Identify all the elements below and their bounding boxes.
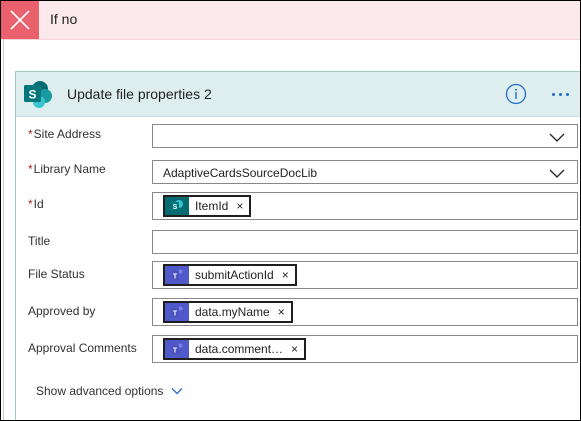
library-name-dropdown[interactable]: AdaptiveCardsSourceDocLib xyxy=(152,160,578,184)
show-advanced-options-link[interactable]: Show advanced options xyxy=(36,384,183,398)
approved-by-label: Approved by xyxy=(28,304,96,318)
flow-designer: If no S Update file properties 2 *Site A… xyxy=(0,0,581,421)
title-field[interactable] xyxy=(152,230,578,254)
info-icon[interactable] xyxy=(505,83,527,105)
teams-icon: T xyxy=(165,266,189,284)
title-label: Title xyxy=(28,234,51,248)
file-status-field[interactable]: T submitActionId × xyxy=(152,261,578,289)
chevron-down-icon xyxy=(171,388,183,395)
approval-comments-field[interactable]: T data.comment… × xyxy=(152,335,578,363)
teams-icon: T xyxy=(165,303,189,321)
approved-by-field[interactable]: T data.myName × xyxy=(152,298,578,326)
remove-token-icon[interactable]: × xyxy=(274,268,295,282)
submitactionid-token[interactable]: T submitActionId × xyxy=(163,264,297,286)
sharepoint-icon: S xyxy=(24,81,52,108)
svg-text:S: S xyxy=(173,204,178,211)
itemid-token[interactable]: S ItemId × xyxy=(163,195,252,217)
sharepoint-icon: S xyxy=(165,197,189,215)
update-file-properties-card: S Update file properties 2 *Site Address… xyxy=(15,71,580,420)
id-label: *Id xyxy=(28,197,44,211)
card-header[interactable]: S Update file properties 2 xyxy=(16,72,580,117)
data-comment-token[interactable]: T data.comment… × xyxy=(163,338,307,360)
svg-text:T: T xyxy=(173,348,178,355)
action-title: Update file properties 2 xyxy=(67,86,212,102)
branch-connector-line xyxy=(3,39,4,420)
library-name-label: *Library Name xyxy=(28,162,106,176)
data-myname-token[interactable]: T data.myName × xyxy=(163,301,293,323)
svg-text:T: T xyxy=(173,311,178,318)
id-field[interactable]: S ItemId × xyxy=(152,192,578,220)
chevron-down-icon xyxy=(549,169,565,178)
teams-icon: T xyxy=(165,340,189,358)
remove-token-icon[interactable]: × xyxy=(228,199,249,213)
svg-text:T: T xyxy=(173,274,178,281)
chevron-down-icon xyxy=(549,133,565,142)
site-address-dropdown[interactable] xyxy=(152,124,578,148)
if-no-branch-header: If no xyxy=(1,1,580,40)
branch-close-icon[interactable] xyxy=(1,1,39,39)
approval-comments-label: Approval Comments xyxy=(28,341,137,355)
svg-text:S: S xyxy=(28,88,36,102)
site-address-label: *Site Address xyxy=(28,127,102,141)
remove-token-icon[interactable]: × xyxy=(270,305,291,319)
file-status-label: File Status xyxy=(28,267,85,281)
more-options-icon[interactable] xyxy=(545,83,575,105)
remove-token-icon[interactable]: × xyxy=(283,342,304,356)
branch-title: If no xyxy=(50,11,78,27)
